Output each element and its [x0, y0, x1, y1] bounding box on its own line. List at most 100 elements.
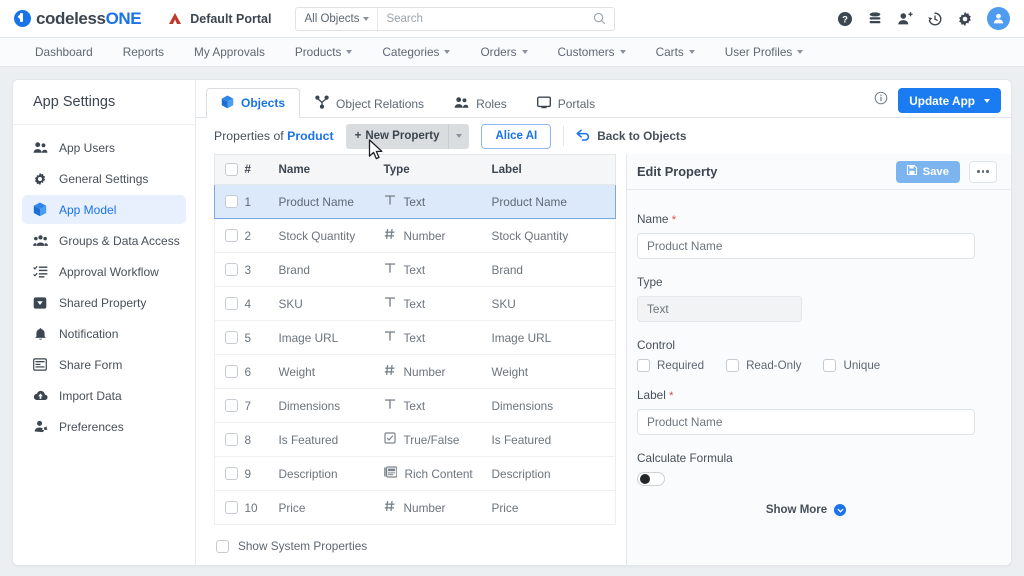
tab-objects[interactable]: Objects [206, 88, 301, 118]
row-name: Dimensions [278, 388, 384, 423]
column-header-label[interactable]: Label [491, 154, 616, 185]
column-header-name[interactable]: Name [278, 154, 384, 185]
new-property-dropdown[interactable] [448, 123, 469, 149]
add-user-icon[interactable] [897, 11, 913, 27]
update-app-button[interactable]: Update App [898, 88, 1001, 113]
table-row[interactable]: 1 Product Name Text Product Name [214, 184, 616, 219]
show-system-properties-row[interactable]: Show System Properties [214, 525, 616, 553]
database-icon[interactable] [867, 11, 883, 27]
required-checkbox-item[interactable]: Required [637, 359, 704, 372]
unique-label: Unique [843, 359, 881, 372]
tab-object-relations[interactable]: Object Relations [300, 88, 439, 118]
search-input[interactable] [378, 12, 594, 25]
name-input[interactable]: Product Name [637, 233, 975, 259]
new-property-main[interactable]: + New Property [346, 124, 449, 149]
sidebar-item-approval-workflow[interactable]: Approval Workflow [22, 257, 186, 286]
sidebar-item-app-users[interactable]: App Users [22, 133, 186, 162]
table-row[interactable]: 3 Brand Text Brand [214, 252, 616, 287]
tab-roles[interactable]: Roles [439, 88, 522, 118]
info-icon[interactable] [874, 91, 888, 110]
column-header-number[interactable]: # [244, 154, 279, 185]
required-checkbox[interactable] [637, 359, 650, 372]
table-row[interactable]: 2 Stock Quantity Number Stock Quantity [214, 218, 616, 253]
table-row[interactable]: 7 Dimensions Text Dimensions [214, 388, 616, 423]
avatar[interactable] [987, 7, 1010, 30]
back-to-objects-button[interactable]: Back to Objects [576, 128, 686, 144]
row-checkbox[interactable] [225, 195, 238, 208]
show-system-properties-checkbox[interactable] [216, 539, 229, 553]
help-icon[interactable]: ? [837, 11, 853, 27]
nav-item-products[interactable]: Products [280, 38, 368, 66]
sidebar-item-general-settings[interactable]: General Settings [22, 164, 186, 193]
users-icon [32, 141, 48, 154]
nav-item-reports[interactable]: Reports [108, 38, 179, 66]
nav-item-categories[interactable]: Categories [367, 38, 465, 66]
save-button[interactable]: Save [895, 160, 960, 183]
row-checkbox[interactable] [225, 399, 238, 412]
row-number: 7 [244, 388, 279, 423]
read-only-checkbox-item[interactable]: Read-Only [726, 359, 801, 372]
row-checkbox[interactable] [225, 331, 238, 344]
search-scope-dropdown[interactable]: All Objects [296, 7, 379, 30]
portal-icon [169, 12, 182, 24]
new-property-button[interactable]: + New Property [345, 123, 470, 149]
sidebar-item-share-form[interactable]: Share Form [22, 350, 186, 379]
table-row[interactable]: 6 Weight Number Weight [214, 354, 616, 389]
read-only-checkbox[interactable] [726, 359, 740, 372]
portal-selector[interactable]: Default Portal [167, 12, 271, 26]
chevron-down-icon [984, 98, 990, 103]
nav-item-customers[interactable]: Customers [543, 38, 641, 66]
top-icon-group: ? [837, 7, 1010, 30]
nav-item-dashboard[interactable]: Dashboard [20, 38, 108, 66]
sidebar-item-notification[interactable]: Notification [22, 319, 186, 348]
main-card: App Settings App Users General Settings [12, 79, 1012, 566]
edit-panel-body: Name * Product Name Type Text Control Re… [627, 190, 1011, 565]
main-panel: Objects Object Relations Roles Portals U… [196, 80, 1011, 565]
row-checkbox[interactable] [225, 467, 238, 480]
table-row[interactable]: 9 Description Rich Content Description [214, 456, 616, 491]
nav-label: Dashboard [35, 45, 93, 59]
alice-ai-button[interactable]: Alice AI [481, 123, 552, 149]
more-options-button[interactable] [969, 160, 997, 183]
sidebar-item-preferences[interactable]: Preferences [22, 412, 186, 441]
checkbox-icon [383, 432, 396, 447]
sidebar-item-shared-property[interactable]: Shared Property [22, 288, 186, 317]
nav-item-carts[interactable]: Carts [641, 38, 710, 66]
row-checkbox[interactable] [225, 297, 238, 310]
nav-item-user-profiles[interactable]: User Profiles [710, 38, 819, 66]
type-field-label: Type [637, 275, 663, 289]
sidebar-item-import-data[interactable]: Import Data [22, 381, 186, 410]
object-name-link[interactable]: Product [287, 129, 333, 143]
row-type-cell: Text [383, 320, 492, 355]
table-row[interactable]: 8 Is Featured True/False Is Featured [214, 422, 616, 457]
nav-item-orders[interactable]: Orders [465, 38, 542, 66]
unique-checkbox-item[interactable]: Unique [823, 359, 880, 372]
column-header-type[interactable]: Type [383, 154, 492, 185]
table-row[interactable]: 10 Price Number Price [214, 490, 616, 525]
app-logo[interactable]: codelessONE [14, 9, 142, 29]
edit-panel-header: Edit Property Save [627, 154, 1011, 190]
unique-checkbox[interactable] [823, 359, 837, 372]
history-icon[interactable] [927, 11, 943, 27]
table-row[interactable]: 5 Image URL Text Image URL [214, 320, 616, 355]
row-checkbox[interactable] [225, 263, 238, 276]
calculate-formula-toggle[interactable] [637, 472, 665, 486]
row-checkbox[interactable] [225, 433, 238, 446]
show-more-button[interactable]: Show More [637, 504, 975, 516]
nav-item-my-approvals[interactable]: My Approvals [179, 38, 280, 66]
search-icon[interactable] [593, 12, 614, 25]
sidebar-item-app-model[interactable]: App Model [22, 195, 186, 224]
label-input[interactable]: Product Name [637, 409, 975, 435]
sidebar-item-label: Shared Property [59, 295, 147, 310]
table-row[interactable]: 4 SKU Text SKU [214, 286, 616, 321]
sidebar-item-groups-data-access[interactable]: Groups & Data Access [22, 226, 186, 255]
row-checkbox[interactable] [225, 365, 238, 378]
gear-icon[interactable] [957, 11, 973, 27]
row-checkbox[interactable] [225, 229, 238, 242]
select-all-checkbox[interactable] [225, 163, 238, 176]
tab-label: Portals [557, 96, 596, 111]
row-checkbox[interactable] [225, 501, 238, 514]
required-asterisk: * [669, 390, 674, 402]
row-number: 1 [244, 184, 279, 219]
tab-portals[interactable]: Portals [522, 88, 610, 118]
